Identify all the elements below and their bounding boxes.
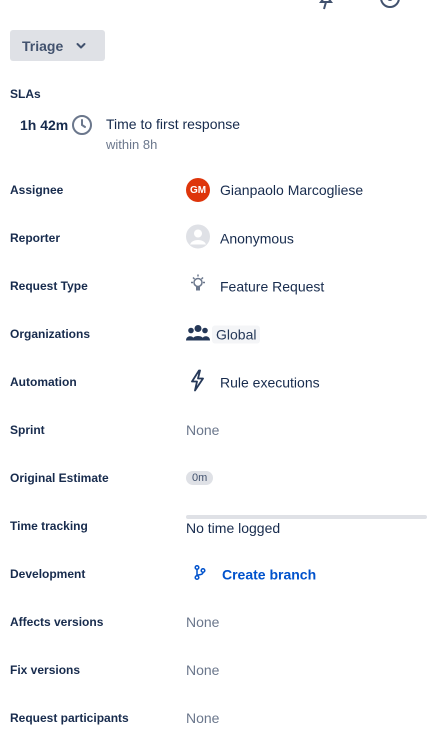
sla-time-remaining: 1h 42m xyxy=(20,117,69,133)
anonymous-avatar-icon xyxy=(186,224,210,252)
estimate-badge: 0m xyxy=(186,471,214,485)
field-label: Development xyxy=(10,567,86,581)
people-group-icon xyxy=(186,323,210,346)
clock-icon xyxy=(71,114,93,141)
branch-icon xyxy=(192,564,208,584)
assignee-value[interactable]: GM Gianpaolo Marcogliese xyxy=(186,178,363,202)
field-label: Time tracking xyxy=(10,519,88,533)
field-request-type: Request Type Feature Request xyxy=(0,271,427,301)
field-affects-versions: Affects versions None xyxy=(0,607,427,637)
field-request-participants: Request participants None xyxy=(0,703,427,733)
time-tracking-value: No time logged xyxy=(186,520,281,536)
lightbulb-icon xyxy=(186,273,210,300)
assignee-name: Gianpaolo Marcogliese xyxy=(220,182,364,198)
request-type-value[interactable]: Feature Request xyxy=(186,273,324,300)
field-original-estimate: Original Estimate 0m xyxy=(0,463,427,493)
field-fix-versions: Fix versions None xyxy=(0,655,427,685)
lightning-bolt-icon xyxy=(186,369,210,396)
sprint-value[interactable]: None xyxy=(186,422,219,438)
field-reporter: Reporter Anonymous xyxy=(0,223,427,253)
time-tracking-bar[interactable] xyxy=(186,515,427,519)
create-branch-link[interactable]: Create branch xyxy=(192,564,317,584)
status-label: Triage xyxy=(22,37,64,54)
header-icons xyxy=(0,0,427,10)
field-assignee: Assignee GM Gianpaolo Marcogliese xyxy=(0,175,427,205)
sla-section-title: SLAs xyxy=(10,87,41,101)
field-development: Development Create branch xyxy=(0,559,427,589)
field-label: Fix versions xyxy=(10,663,81,677)
sla-goal: within 8h xyxy=(106,137,158,152)
field-label: Sprint xyxy=(10,423,45,437)
reporter-value[interactable]: Anonymous xyxy=(186,224,294,252)
avatar: GM xyxy=(186,178,210,202)
field-automation: Automation Rule executions xyxy=(0,367,427,397)
field-label: Organizations xyxy=(10,327,91,341)
reporter-name: Anonymous xyxy=(220,230,294,246)
eye-icon[interactable] xyxy=(378,0,402,15)
pin-icon[interactable] xyxy=(316,0,336,15)
field-label: Request Type xyxy=(10,279,88,293)
fix-versions-value[interactable]: None xyxy=(186,662,219,678)
request-type-name: Feature Request xyxy=(220,278,325,294)
organization-lozenge: Global xyxy=(212,325,261,343)
chevron-down-icon xyxy=(75,40,87,52)
request-participants-value[interactable]: None xyxy=(186,710,219,726)
create-branch-label: Create branch xyxy=(222,566,317,582)
original-estimate-value[interactable]: 0m xyxy=(186,471,214,485)
field-sprint: Sprint None xyxy=(0,415,427,445)
affects-versions-value[interactable]: None xyxy=(186,614,219,630)
field-label: Request participants xyxy=(10,711,129,725)
field-label: Original Estimate xyxy=(10,471,109,485)
field-label: Affects versions xyxy=(10,615,104,629)
organizations-value[interactable]: Global xyxy=(186,323,261,346)
field-label: Automation xyxy=(10,375,77,389)
status-dropdown-button[interactable]: Triage xyxy=(10,30,105,61)
field-organizations: Organizations Global xyxy=(0,319,427,349)
field-label: Assignee xyxy=(10,183,64,197)
automation-value[interactable]: Rule executions xyxy=(186,369,320,396)
automation-link: Rule executions xyxy=(220,374,320,390)
field-label: Reporter xyxy=(10,231,61,245)
sla-name: Time to first response xyxy=(106,116,241,132)
